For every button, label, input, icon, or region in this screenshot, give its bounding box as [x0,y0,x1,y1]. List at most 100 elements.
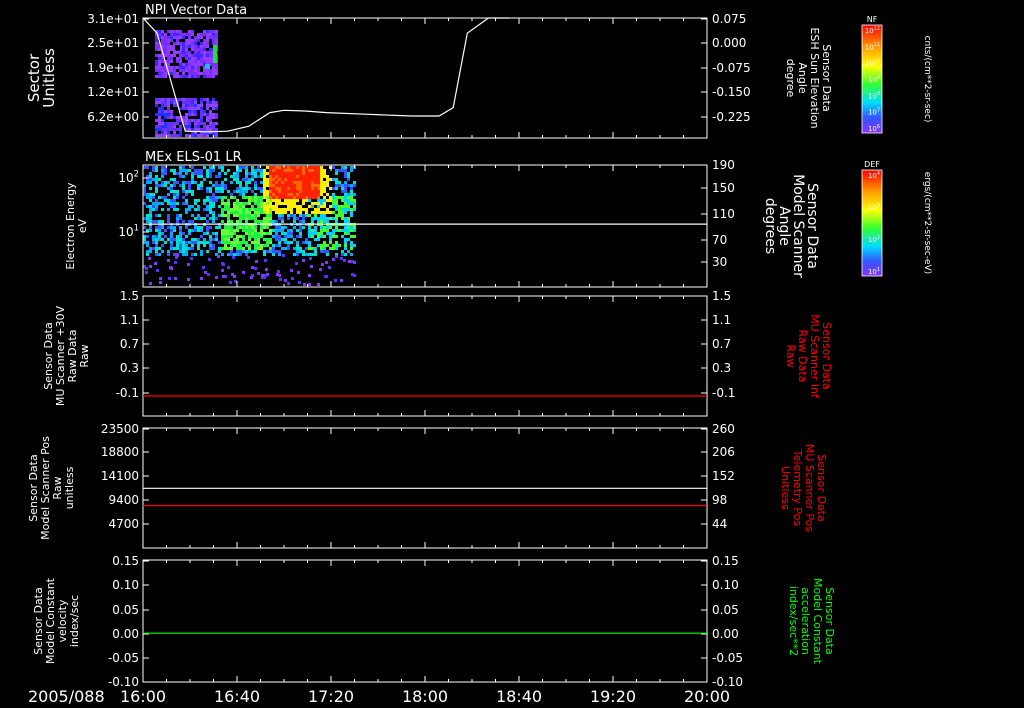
spectrogram-pixel [332,193,335,196]
spectrogram-pixel [169,266,172,269]
spectrogram-pixel [278,217,281,220]
spectrogram-pixel [347,220,350,223]
spectrogram-pixel [266,205,269,208]
spectrogram-pixel [224,247,227,250]
spectrogram-pixel [275,178,278,181]
panel-title: MEx ELS-01 LR [145,150,242,165]
spectrogram-pixel [332,258,335,261]
spectrogram-pixel [212,196,215,199]
spectrogram-pixel [146,244,149,247]
spectrogram-pixel [200,57,203,60]
spectrogram-pixel [347,202,350,205]
spectrogram-pixel [191,229,194,232]
spectrogram-pixel [290,269,293,272]
spectrogram-pixel [173,134,176,137]
spectrogram-pixel [173,172,176,175]
spectrogram-pixel [242,202,245,205]
spectrogram-pixel [335,241,338,244]
spectrogram-pixel [245,253,248,256]
spectrogram-pixel [293,172,296,175]
spectrogram-pixel [194,75,197,78]
spectrogram-pixel [236,199,239,202]
spectrogram-pixel [230,193,233,196]
spectrogram-pixel [197,60,200,63]
spectrogram-pixel [263,193,266,196]
spectrogram-pixel [179,54,182,57]
spectrogram-pixel [290,202,293,205]
spectrogram-pixel [188,107,191,110]
spectrogram-pixel [203,113,206,116]
spectrogram-pixel [188,30,191,33]
spectrogram-pixel [197,48,200,51]
spectrogram-pixel [218,241,221,244]
spectrogram-pixel [308,190,311,193]
spectrogram-pixel [350,226,353,229]
spectrogram-pixel [308,196,311,199]
spectrogram-pixel [230,229,233,232]
spectrogram-pixel [317,172,320,175]
spectrogram-pixel [314,250,317,253]
spectrogram-pixel [176,51,179,54]
spectrogram-pixel [326,220,329,223]
spectrogram-pixel [278,190,281,193]
spectrogram-pixel [269,214,272,217]
spectrogram-pixel [164,181,167,184]
spectrogram-pixel [295,262,298,265]
spectrogram-pixel [231,273,234,276]
spectrogram-pixel [200,110,203,113]
spectrogram-pixel [260,235,263,238]
right-tick-label: 0.00 [712,627,739,641]
spectrogram-pixel [299,247,302,250]
time-tick-label: 16:40 [214,687,260,706]
spectrogram-pixel [158,72,161,75]
spectrogram-pixel [164,131,167,134]
spectrogram-pixel [200,51,203,54]
spectrogram-pixel [203,134,206,137]
spectrogram-pixel [302,250,305,253]
spectrogram-pixel [173,75,176,78]
spectrogram-pixel [173,178,176,181]
spectrogram-pixel [350,211,353,214]
spectrogram-pixel [242,226,245,229]
spectrogram-pixel [317,208,320,211]
spectrogram-pixel [236,214,239,217]
spectrogram-pixel [272,193,275,196]
spectrogram-pixel [344,175,347,178]
spectrogram-pixel [266,166,269,169]
spectrogram-pixel [188,110,191,113]
left-tick-label: 0.10 [112,578,139,592]
spectrogram-pixel [173,193,176,196]
left-axis-label: Electron EnergyeV [64,182,89,270]
spectrogram-pixel [197,184,200,187]
spectrogram-pixel [206,45,209,48]
spectrogram-pixel [145,271,148,274]
spectrogram-pixel [242,214,245,217]
spectrogram-pixel [341,253,344,256]
spectrogram-pixel [158,128,161,131]
spectrogram-pixel [170,57,173,60]
spectrogram-pixel [308,199,311,202]
spectrogram-pixel [305,193,308,196]
spectrogram-pixel [202,266,205,269]
spectrogram-pixel [233,208,236,211]
spectrogram-pixel [230,181,233,184]
spectrogram-pixel [182,33,185,36]
spectrogram-pixel [164,101,167,104]
left-tick-label: 101 [118,223,139,239]
spectrogram-pixel [254,267,257,270]
spectrogram-pixel [191,33,194,36]
spectrogram-pixel [179,241,182,244]
spectrogram-pixel [197,175,200,178]
spectrogram-pixel [149,181,152,184]
spectrogram-pixel [179,166,182,169]
spectrogram-pixel [221,269,224,272]
spectrogram-pixel [224,244,227,247]
spectrogram-pixel [203,125,206,128]
right-tick-label: 0.075 [712,12,746,26]
spectrogram-pixel [179,235,182,238]
spectrogram-pixel [176,244,179,247]
spectrogram-pixel [290,190,293,193]
spectrogram-pixel [296,175,299,178]
spectrogram-pixel [290,241,293,244]
spectrogram-pixel [158,113,161,116]
